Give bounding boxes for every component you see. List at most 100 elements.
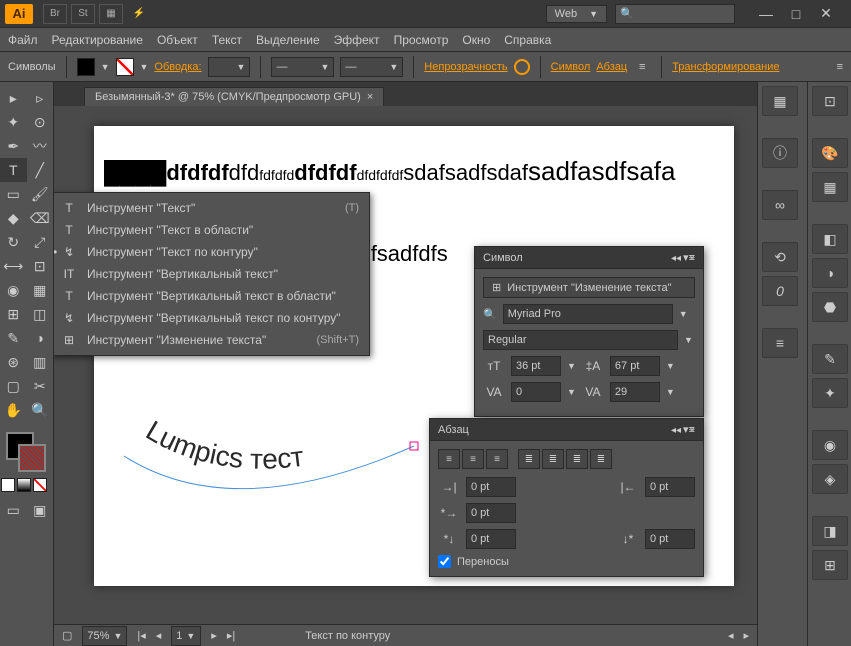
menu-effect[interactable]: Эффект: [334, 33, 380, 47]
panel-appearance-icon[interactable]: ◉: [812, 430, 848, 460]
scroll-right-icon[interactable]: ▸: [743, 629, 749, 642]
indent-right-input[interactable]: [645, 477, 695, 497]
space-before-input[interactable]: [466, 529, 516, 549]
kerning-input[interactable]: [511, 382, 561, 402]
variable-width[interactable]: —▼: [271, 57, 334, 77]
artboard-number[interactable]: 1▼: [171, 626, 201, 646]
menu-object[interactable]: Объект: [157, 33, 198, 47]
justify-all-button[interactable]: ≣: [590, 449, 612, 469]
panel-info-icon[interactable]: ⓘ: [762, 138, 798, 168]
panel-links-icon[interactable]: ⟲: [762, 242, 798, 272]
justify-left-button[interactable]: ≣: [518, 449, 540, 469]
font-style-input[interactable]: [483, 330, 678, 350]
panel-align-off-icon[interactable]: ◑: [812, 258, 848, 288]
panel-shape-icon[interactable]: ⬣: [812, 292, 848, 322]
character-link[interactable]: Символ: [551, 61, 591, 73]
nav-first-icon[interactable]: |◂: [137, 629, 145, 642]
panel-close-icon[interactable]: ×: [685, 251, 699, 265]
opacity-ring-icon[interactable]: [514, 59, 530, 75]
artboard-nav-icon[interactable]: ▢: [62, 629, 72, 642]
arrange-icon[interactable]: ▦: [99, 4, 123, 24]
rotate-tool[interactable]: ↻: [0, 230, 27, 254]
panel-color-icon[interactable]: 🎨: [812, 138, 848, 168]
slice-tool[interactable]: ✂: [27, 374, 54, 398]
menu-file[interactable]: Файл: [8, 33, 38, 47]
maximize-button[interactable]: □: [781, 4, 811, 24]
menu-select[interactable]: Выделение: [256, 33, 320, 47]
type-tool[interactable]: T: [0, 158, 27, 182]
screen-mode-normal[interactable]: ▭: [0, 498, 27, 522]
menu-help[interactable]: Справка: [504, 33, 551, 47]
bridge-icon[interactable]: Br: [43, 4, 67, 24]
ctx-vertical-type-tool[interactable]: ITИнструмент "Вертикальный текст": [54, 263, 369, 285]
panel-type-icon[interactable]: 0: [762, 276, 798, 306]
hyphenate-checkbox[interactable]: [438, 555, 451, 568]
panel-menu-icon[interactable]: ≡: [837, 61, 843, 73]
panel-collapse-icon[interactable]: ◂◂: [669, 423, 683, 437]
ctx-type-on-path-tool[interactable]: ↯Инструмент "Текст по контуру": [54, 241, 369, 263]
paragraph-panel-tab[interactable]: Абзац▾≡: [430, 419, 703, 441]
tab-close-icon[interactable]: ×: [367, 91, 373, 103]
panel-swatches-icon[interactable]: ▦: [812, 172, 848, 202]
justify-center-button[interactable]: ≣: [542, 449, 564, 469]
align-icon[interactable]: ≡: [633, 61, 651, 73]
brush-def[interactable]: —▼: [340, 57, 403, 77]
pen-tool[interactable]: ✒: [0, 134, 27, 158]
magic-wand-tool[interactable]: ✦: [0, 110, 27, 134]
graph-tool[interactable]: ▥: [27, 350, 54, 374]
document-tab[interactable]: Безымянный-3* @ 75% (CMYK/Предпросмотр G…: [84, 87, 384, 106]
paintbrush-tool[interactable]: 🖌: [27, 182, 54, 206]
panel-stroke-icon[interactable]: ≡: [762, 328, 798, 358]
panel-brushes-icon[interactable]: ✎: [812, 344, 848, 374]
align-left-button[interactable]: ≡: [438, 449, 460, 469]
fill-swatch[interactable]: [77, 58, 95, 76]
gpu-icon[interactable]: ⚡: [127, 4, 151, 24]
shape-builder-tool[interactable]: ◉: [0, 278, 27, 302]
indent-left-input[interactable]: [466, 477, 516, 497]
blend-tool[interactable]: ◑: [27, 326, 54, 350]
scale-tool[interactable]: ⤢: [27, 230, 54, 254]
none-mode-icon[interactable]: [33, 478, 47, 492]
ctx-touch-type-tool[interactable]: ⊞Инструмент "Изменение текста"(Shift+T): [54, 329, 369, 351]
stroke-weight[interactable]: ▼: [208, 57, 251, 77]
panel-asset-icon[interactable]: ⊞: [812, 550, 848, 580]
nav-next-icon[interactable]: ▸: [211, 629, 217, 642]
menu-view[interactable]: Просмотр: [394, 33, 449, 47]
panel-artboards-icon[interactable]: ▦: [762, 86, 798, 116]
artboard-tool[interactable]: ▢: [0, 374, 27, 398]
direct-selection-tool[interactable]: ▹: [27, 86, 54, 110]
panel-symbols-icon[interactable]: ✦: [812, 378, 848, 408]
selection-tool[interactable]: ▸: [0, 86, 27, 110]
panel-close-icon[interactable]: ×: [685, 423, 699, 437]
workspace-dropdown[interactable]: Web ▼: [546, 5, 607, 23]
panel-transform-icon[interactable]: ⊡: [812, 86, 848, 116]
nav-last-icon[interactable]: ▸|: [227, 629, 235, 642]
zoom-tool[interactable]: 🔍: [27, 398, 54, 422]
line-tool[interactable]: ╱: [27, 158, 54, 182]
ctx-type-tool[interactable]: TИнструмент "Текст"(T): [54, 197, 369, 219]
font-size-input[interactable]: [511, 356, 561, 376]
leading-input[interactable]: [610, 356, 660, 376]
rectangle-tool[interactable]: ▭: [0, 182, 27, 206]
mesh-tool[interactable]: ⊞: [0, 302, 27, 326]
shaper-tool[interactable]: ◆: [0, 206, 27, 230]
font-family-input[interactable]: [503, 304, 673, 324]
panel-pathfinder-icon[interactable]: ◧: [812, 224, 848, 254]
paragraph-link[interactable]: Абзац: [596, 61, 627, 73]
fill-stroke-control[interactable]: [0, 430, 53, 474]
panel-cc-icon[interactable]: ∞: [762, 190, 798, 220]
align-right-button[interactable]: ≡: [486, 449, 508, 469]
search-input[interactable]: 🔍: [615, 4, 735, 24]
width-tool[interactable]: ⟷: [0, 254, 27, 278]
opacity-link[interactable]: Непрозрачность: [424, 61, 507, 73]
menu-edit[interactable]: Редактирование: [52, 33, 143, 47]
minimize-button[interactable]: —: [751, 4, 781, 24]
panel-collapse-icon[interactable]: ◂◂: [669, 251, 683, 265]
justify-right-button[interactable]: ≣: [566, 449, 588, 469]
stroke-swatch[interactable]: [116, 58, 134, 76]
panel-layers-icon[interactable]: ◨: [812, 516, 848, 546]
hand-tool[interactable]: ✋: [0, 398, 27, 422]
eyedropper-tool[interactable]: ✎: [0, 326, 27, 350]
lasso-tool[interactable]: ⊙: [27, 110, 54, 134]
panel-graphic-styles-icon[interactable]: ◈: [812, 464, 848, 494]
